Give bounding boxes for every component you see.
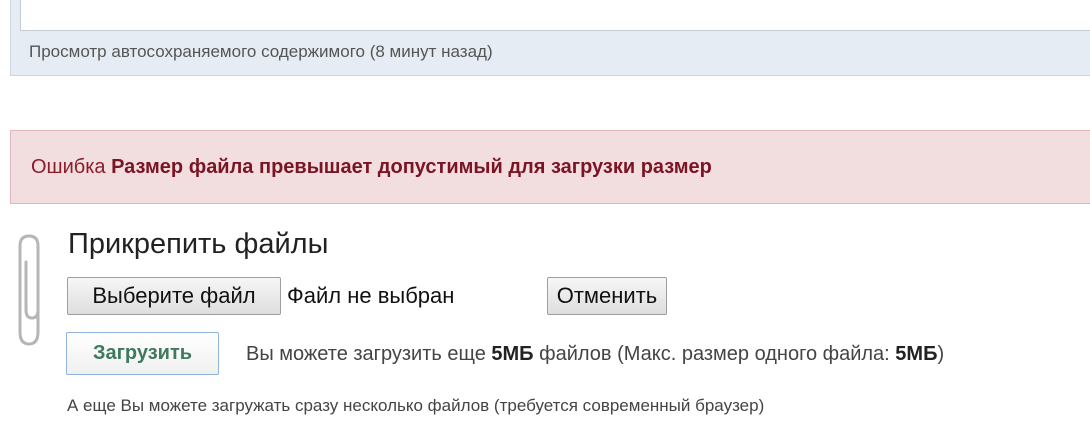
- no-file-selected-text: Файл не выбран: [287, 283, 455, 308]
- error-label: Ошибка: [31, 156, 106, 178]
- attach-files-heading: Прикрепить файлы: [68, 228, 329, 260]
- error-detail: Размер файла превышает допустимый для за…: [111, 156, 712, 178]
- limits-suffix: ): [937, 343, 945, 365]
- upload-limits-text: Вы можете загрузить еще 5МБ файлов (Макс…: [246, 343, 944, 366]
- choose-file-button[interactable]: Выберите файл: [67, 277, 281, 315]
- limits-middle: файлов (Макс. размер одного файла:: [539, 343, 890, 365]
- editor-text-area[interactable]: [20, 0, 1090, 31]
- error-message: Ошибка Размер файла превышает допустимый…: [31, 156, 712, 179]
- error-alert: Ошибка Размер файла превышает допустимый…: [10, 130, 1090, 204]
- autosave-preview-link[interactable]: Просмотр автосохраняемого содержимого (8…: [29, 42, 493, 62]
- limits-remaining: 5МБ: [491, 343, 534, 365]
- upload-button[interactable]: Загрузить: [66, 332, 219, 375]
- limits-max: 5МБ: [895, 343, 938, 365]
- limits-prefix: Вы можете загрузить еще: [246, 343, 486, 365]
- paperclip-icon: [14, 232, 48, 355]
- multi-upload-note: А еще Вы можете загружать сразу нескольк…: [67, 396, 765, 415]
- editor-container: Просмотр автосохраняемого содержимого (8…: [10, 0, 1090, 76]
- cancel-button[interactable]: Отменить: [547, 277, 667, 315]
